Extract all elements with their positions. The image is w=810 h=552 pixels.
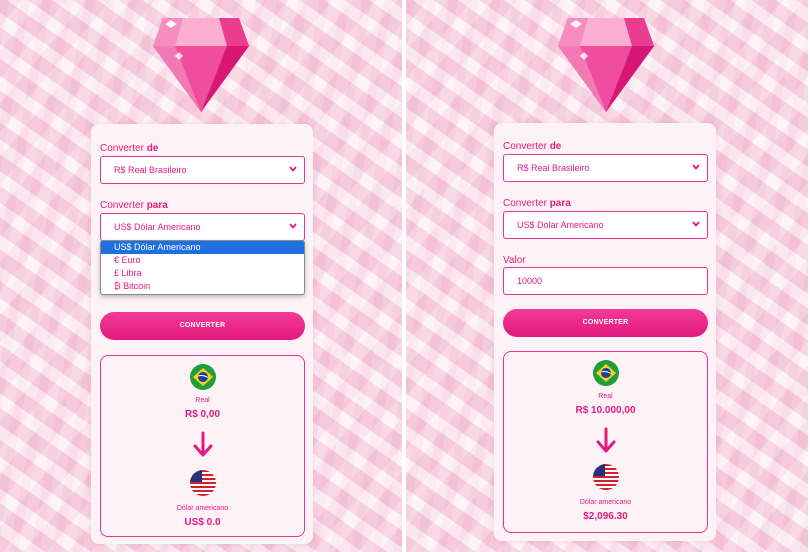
right-screen: Converter de R$ Real Brasileiro Converte…	[406, 0, 808, 552]
arrow-down-icon	[193, 431, 213, 457]
from-amount: R$ 10.000,00	[575, 405, 636, 416]
value-input[interactable]: 10000	[503, 267, 708, 295]
to-amount: US$ 0.0	[184, 517, 221, 528]
diamond-logo-icon	[153, 18, 249, 112]
to-currency-value: US$ Dólar Americano	[517, 220, 604, 230]
convert-button[interactable]: CONVERTER	[100, 312, 305, 340]
from-amount: R$ 0,00	[184, 409, 221, 420]
option-bitcoin[interactable]: ₿ Bitcoin	[101, 280, 304, 293]
to-currency-dropdown: US$ Dólar Americano € Euro £ Libra ₿ Bit…	[100, 240, 305, 295]
convert-button[interactable]: CONVERTER	[503, 309, 708, 337]
value-label: Valor	[503, 255, 526, 266]
left-screen: Converter de R$ Real Brasileiro Converte…	[0, 0, 402, 552]
usa-flag-icon	[593, 464, 619, 490]
from-currency-select[interactable]: R$ Real Brasileiro	[100, 156, 305, 184]
brazil-flag-icon	[190, 364, 216, 390]
arrow-down-icon	[596, 427, 616, 453]
chevron-down-icon	[289, 223, 297, 229]
to-currency-select[interactable]: US$ Dólar Americano	[100, 213, 305, 241]
from-currency-value: R$ Real Brasileiro	[114, 165, 187, 175]
converter-card: Converter de R$ Real Brasileiro Converte…	[494, 123, 716, 541]
from-currency-name: Real	[195, 397, 210, 404]
usa-flag-icon	[190, 470, 216, 496]
chevron-down-icon	[692, 164, 700, 170]
chevron-down-icon	[289, 166, 297, 172]
option-dollar[interactable]: US$ Dólar Americano	[101, 241, 304, 254]
result-box: Real R$ 0,00 Dólar americano US$ 0.0	[100, 355, 305, 537]
result-box: Real R$ 10.000,00 Dólar americano $2,096…	[503, 351, 708, 533]
from-label: Converter de	[100, 143, 159, 154]
to-label: Converter para	[503, 198, 571, 209]
option-euro[interactable]: € Euro	[101, 254, 304, 267]
chevron-down-icon	[692, 221, 700, 227]
from-currency-select[interactable]: R$ Real Brasileiro	[503, 154, 708, 182]
converter-card: Converter de R$ Real Brasileiro Converte…	[91, 124, 313, 544]
to-currency-name: Dólar americano	[176, 505, 229, 512]
option-libra[interactable]: £ Libra	[101, 267, 304, 280]
to-label: Converter para	[100, 200, 168, 211]
brazil-flag-icon	[593, 360, 619, 386]
from-currency-name: Real	[598, 393, 613, 400]
from-label: Converter de	[503, 141, 562, 152]
to-currency-select[interactable]: US$ Dólar Americano	[503, 211, 708, 239]
diamond-logo-icon	[558, 18, 654, 112]
to-amount: $2,096.30	[583, 511, 628, 522]
to-currency-value: US$ Dólar Americano	[114, 222, 201, 232]
to-currency-name: Dólar americano	[579, 499, 632, 506]
from-currency-value: R$ Real Brasileiro	[517, 163, 590, 173]
